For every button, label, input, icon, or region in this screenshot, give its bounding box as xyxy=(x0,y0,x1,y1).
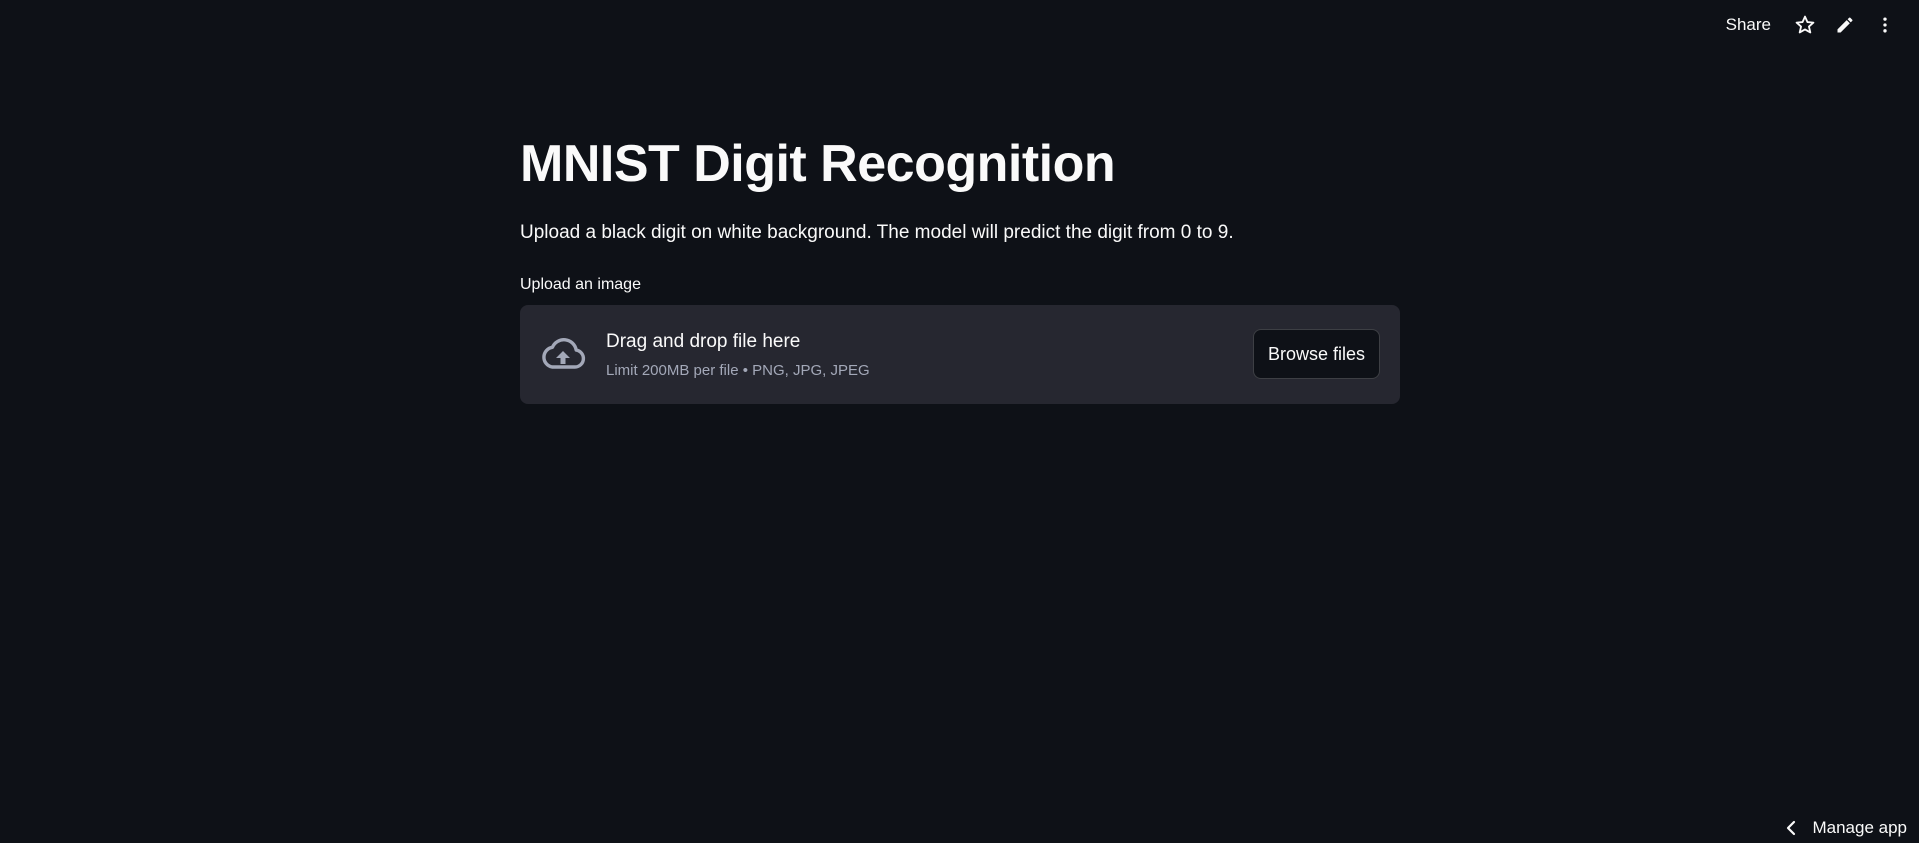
manage-app-label: Manage app xyxy=(1812,818,1907,837)
top-toolbar: Share xyxy=(1712,8,1905,42)
browse-files-button[interactable]: Browse files xyxy=(1252,329,1380,379)
pencil-icon[interactable] xyxy=(1825,8,1865,42)
page-description: Upload a black digit on white background… xyxy=(520,222,1234,243)
more-vert-icon[interactable] xyxy=(1865,8,1905,42)
uploader-label: Upload an image xyxy=(520,276,641,293)
page-title: MNIST Digit Recognition xyxy=(520,135,1116,193)
star-icon[interactable] xyxy=(1785,8,1825,42)
manage-app-button[interactable]: Manage app xyxy=(1784,813,1907,843)
share-button[interactable]: Share xyxy=(1712,9,1785,41)
cloud-upload-icon xyxy=(540,335,586,375)
dropzone-limit-text: Limit 200MB per file • PNG, JPG, JPEG xyxy=(606,362,870,379)
file-dropzone[interactable]: Drag and drop file here Limit 200MB per … xyxy=(520,305,1400,404)
dropzone-instructions: Drag and drop file here xyxy=(606,331,801,352)
chevron-left-icon xyxy=(1784,820,1798,836)
app-root: Share MNIST Digit Recognition Upload a b… xyxy=(0,0,1919,843)
